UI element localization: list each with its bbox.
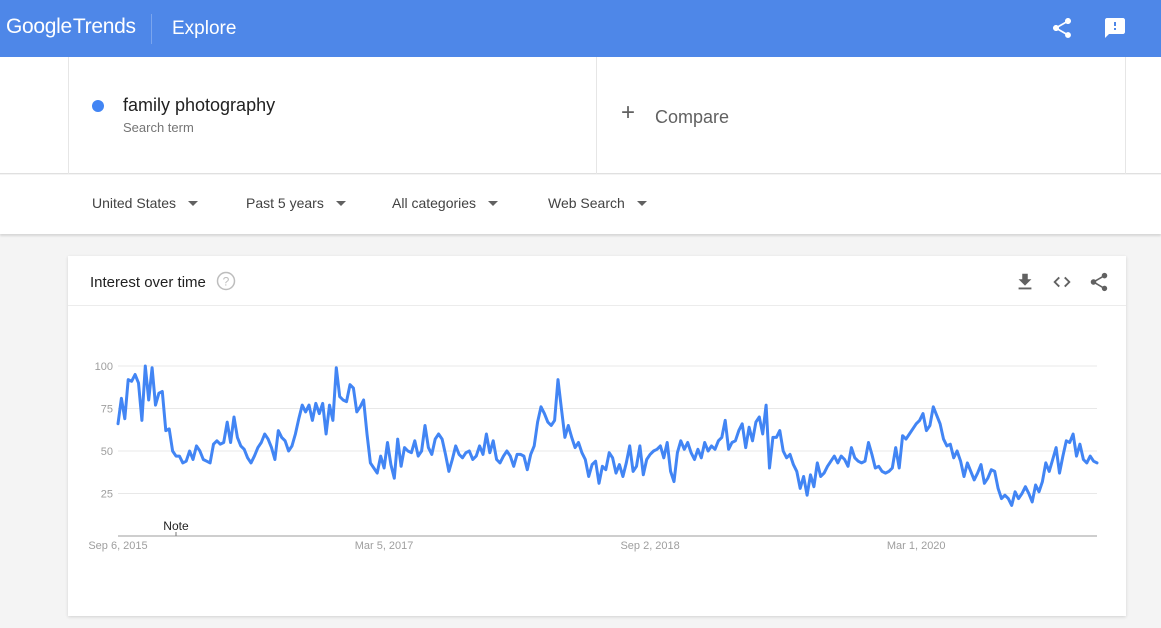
top-app-bar: GoogleTrends Explore: [0, 0, 1161, 57]
google-trends-logo[interactable]: GoogleTrends: [6, 15, 136, 39]
search-term-name[interactable]: family photography: [123, 95, 275, 116]
share-icon[interactable]: [1088, 271, 1110, 293]
filter-location-dropdown[interactable]: United States: [92, 195, 199, 211]
card-divider: [68, 305, 1126, 306]
compare-button[interactable]: Compare: [655, 107, 729, 128]
card-title: Interest over time: [90, 274, 206, 291]
filter-bar: United States Past 5 years All categorie…: [0, 175, 1161, 234]
filter-search-type-label: Web Search: [548, 195, 625, 211]
download-icon[interactable]: [1014, 271, 1036, 293]
feedback-icon[interactable]: [1103, 16, 1127, 40]
dropdown-caret-icon: [488, 200, 499, 206]
dropdown-caret-icon: [335, 200, 346, 206]
svg-text:?: ?: [223, 275, 230, 289]
filter-time-label: Past 5 years: [246, 195, 324, 211]
interest-over-time-card: Interest over time ?: [68, 256, 1126, 616]
term-color-dot: [92, 100, 104, 112]
header-divider: [151, 14, 152, 44]
embed-code-icon[interactable]: [1051, 271, 1073, 293]
filter-category-label: All categories: [392, 195, 477, 211]
logo-google-text: Google: [6, 15, 72, 38]
compare-card[interactable]: + Compare: [597, 57, 1126, 174]
search-terms-row: family photography Search term + Compare: [0, 57, 1161, 174]
search-term-sublabel: Search term: [123, 120, 194, 135]
logo-trends-text: Trends: [72, 15, 136, 38]
search-term-card[interactable]: family photography Search term: [68, 57, 597, 174]
help-icon[interactable]: ?: [216, 271, 236, 291]
filter-time-dropdown[interactable]: Past 5 years: [246, 195, 346, 211]
dropdown-caret-icon: [636, 200, 647, 206]
filter-location-label: United States: [92, 195, 177, 211]
plus-icon: +: [621, 99, 636, 126]
filter-category-dropdown[interactable]: All categories: [392, 195, 499, 211]
section-title: Explore: [172, 18, 237, 39]
share-icon[interactable]: [1050, 16, 1074, 40]
dropdown-caret-icon: [188, 200, 199, 206]
filter-search-type-dropdown[interactable]: Web Search: [548, 195, 647, 211]
